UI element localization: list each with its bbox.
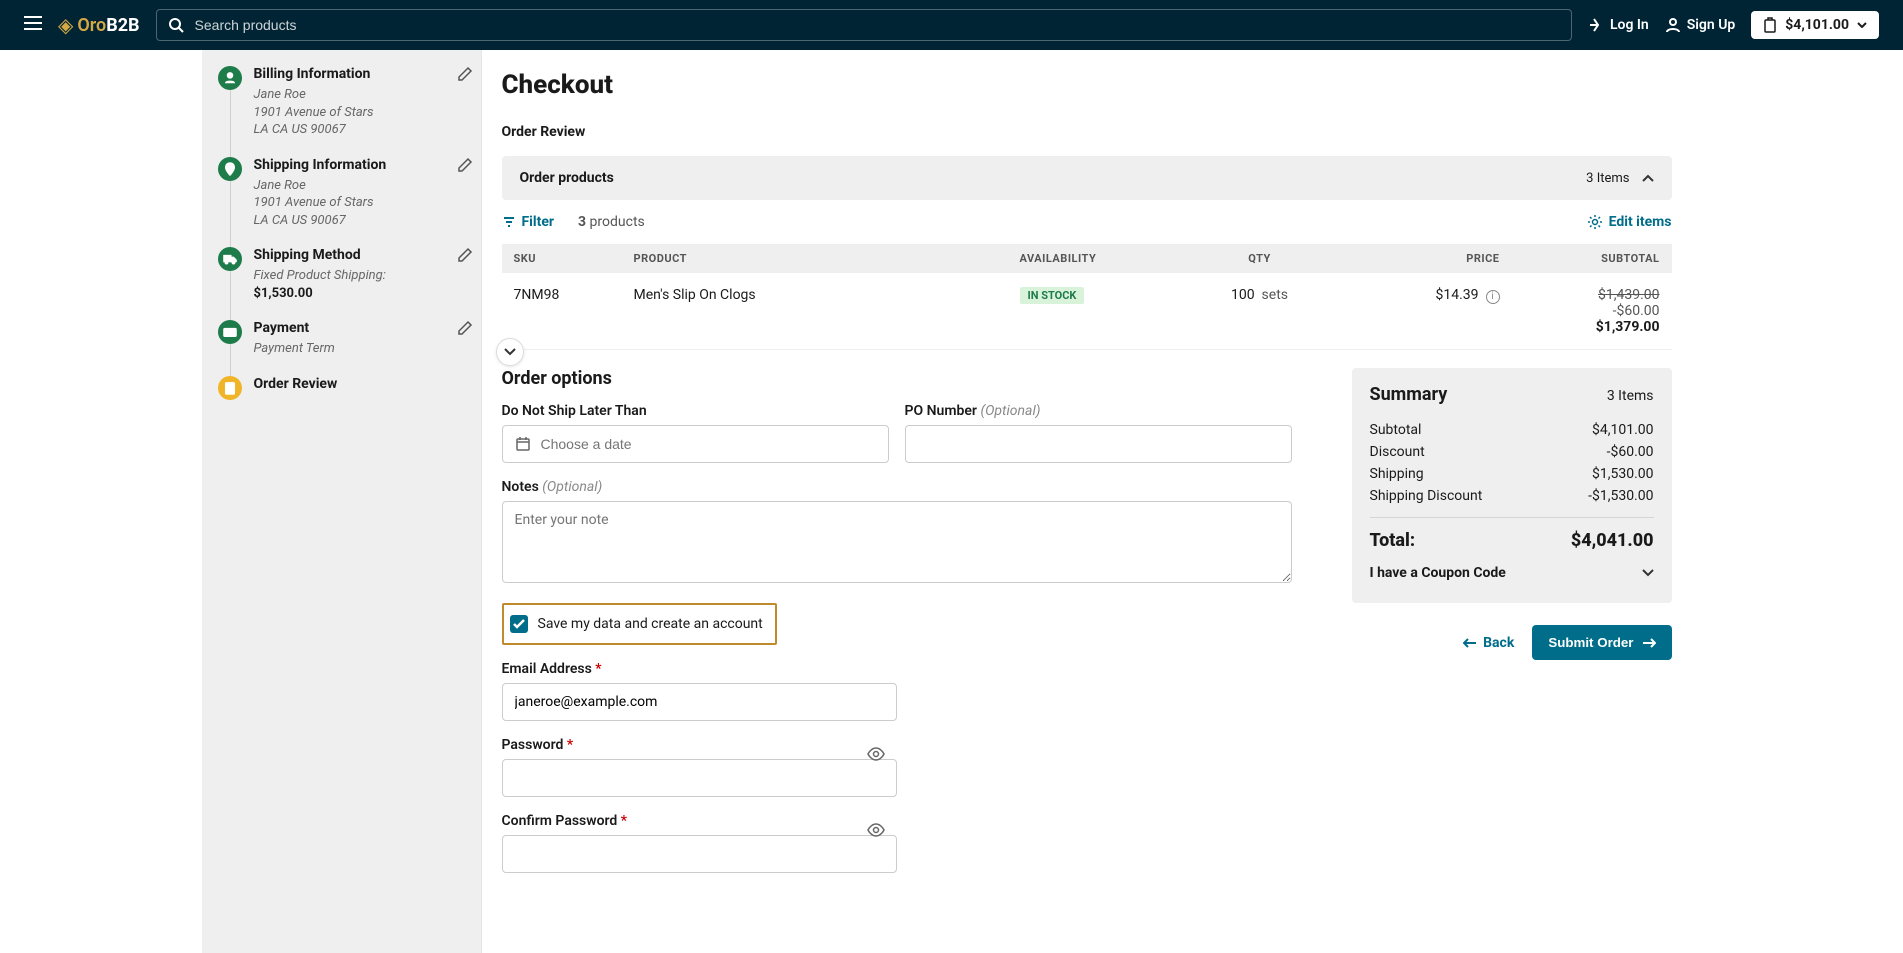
- order-options: Order options Do Not Ship Later Than PO …: [502, 368, 1292, 873]
- summary-row: Discount-$60.00: [1370, 441, 1654, 463]
- save-account-checkbox-row[interactable]: Save my data and create an account: [502, 603, 777, 645]
- arrow-left-icon: [1463, 638, 1477, 648]
- email-input[interactable]: [502, 683, 897, 721]
- ship-date-input[interactable]: [502, 425, 889, 463]
- step-title: Billing Information: [254, 66, 445, 82]
- password-input[interactable]: [502, 759, 897, 797]
- filter-icon: [502, 215, 516, 229]
- login-label: Log In: [1610, 17, 1649, 33]
- order-products-count: 3 Items: [1586, 171, 1629, 186]
- show-confirm-password-icon[interactable]: [867, 823, 885, 841]
- login-link[interactable]: Log In: [1588, 17, 1649, 33]
- payment-step-icon: [218, 320, 242, 344]
- submit-order-button[interactable]: Submit Order: [1532, 625, 1671, 660]
- shipping-step-icon: [218, 157, 242, 181]
- summary-column: Summary 3 Items Subtotal$4,101.00 Discou…: [1352, 368, 1672, 873]
- stock-badge: IN STOCK: [1020, 287, 1085, 304]
- back-button[interactable]: Back: [1463, 635, 1514, 651]
- chevron-down-icon: [1642, 569, 1654, 577]
- search-icon: [168, 17, 184, 37]
- filters-bar: Filter 3 products Edit items: [502, 200, 1672, 244]
- password-label: Password *: [502, 737, 897, 753]
- checkout-steps-sidebar: Billing Information Jane Roe 1901 Avenue…: [202, 50, 482, 953]
- summary-items: 3 Items: [1607, 388, 1654, 404]
- notes-label: Notes (Optional): [502, 479, 1292, 495]
- signup-link[interactable]: Sign Up: [1665, 17, 1736, 33]
- ship-date-label: Do Not Ship Later Than: [502, 403, 889, 419]
- main-content: Checkout Order Review Order products 3 I…: [482, 50, 1702, 953]
- logo-prefix: Oro: [77, 15, 106, 36]
- summary-title: Summary: [1370, 384, 1448, 405]
- notes-input[interactable]: [502, 501, 1292, 583]
- table-row: 7NM98 Men's Slip On Clogs IN STOCK 100 s…: [502, 273, 1672, 350]
- confirm-password-label: Confirm Password *: [502, 813, 897, 829]
- collapse-table-button[interactable]: [496, 338, 524, 366]
- page-title: Checkout: [502, 70, 1672, 100]
- step-shipping: Shipping Information Jane Roe 1901 Avenu…: [218, 157, 473, 230]
- edit-method-icon[interactable]: [457, 247, 473, 267]
- step-title: Shipping Information: [254, 157, 445, 173]
- billing-step-icon: [218, 66, 242, 90]
- search-wrap: [156, 9, 1572, 41]
- page-subtitle: Order Review: [502, 124, 1672, 140]
- edit-shipping-icon[interactable]: [457, 157, 473, 177]
- cell-name: Men's Slip On Clogs: [634, 287, 1020, 303]
- total-value: $4,041.00: [1571, 530, 1654, 551]
- product-count: 3 products: [578, 214, 645, 230]
- step-title: Order Review: [254, 376, 473, 392]
- email-label: Email Address *: [502, 661, 897, 677]
- cell-sku: 7NM98: [514, 287, 634, 303]
- step-title: Shipping Method: [254, 247, 445, 263]
- step-billing: Billing Information Jane Roe 1901 Avenue…: [218, 66, 473, 139]
- logo[interactable]: ◈ OroB2B: [58, 13, 140, 37]
- chevron-up-icon: [1642, 174, 1654, 182]
- search-input[interactable]: [156, 9, 1572, 41]
- products-table: SKU PRODUCT AVAILABILITY QTY PRICE SUBTO…: [502, 244, 1672, 350]
- review-step-icon: [218, 376, 242, 400]
- order-products-title: Order products: [520, 170, 614, 186]
- checkbox-checked-icon: [510, 615, 528, 633]
- summary-row: Shipping$1,530.00: [1370, 463, 1654, 485]
- chevron-down-icon: [504, 348, 516, 356]
- menu-toggle-icon[interactable]: [24, 16, 42, 34]
- info-icon[interactable]: i: [1486, 290, 1500, 304]
- method-step-icon: [218, 247, 242, 271]
- edit-items-button[interactable]: Edit items: [1587, 214, 1672, 230]
- step-review: Order Review: [218, 376, 473, 400]
- table-header: SKU PRODUCT AVAILABILITY QTY PRICE SUBTO…: [502, 244, 1672, 273]
- po-input[interactable]: [905, 425, 1292, 463]
- calendar-icon: [515, 436, 531, 452]
- show-password-icon[interactable]: [867, 747, 885, 765]
- arrow-right-icon: [1642, 638, 1656, 648]
- cart-button[interactable]: $4,101.00: [1751, 11, 1879, 39]
- chevron-down-icon: [1857, 22, 1867, 28]
- summary-panel: Summary 3 Items Subtotal$4,101.00 Discou…: [1352, 368, 1672, 603]
- confirm-password-input[interactable]: [502, 835, 897, 873]
- step-method: Shipping Method Fixed Product Shipping: …: [218, 247, 473, 302]
- logo-icon: ◈: [58, 13, 73, 37]
- logo-suffix: B2B: [106, 15, 139, 36]
- signup-label: Sign Up: [1687, 17, 1736, 33]
- save-account-label: Save my data and create an account: [538, 616, 763, 632]
- step-payment: Payment Payment Term: [218, 320, 473, 358]
- order-products-header[interactable]: Order products 3 Items: [502, 156, 1672, 200]
- summary-row: Shipping Discount-$1,530.00: [1370, 485, 1654, 507]
- edit-billing-icon[interactable]: [457, 66, 473, 86]
- options-title: Order options: [502, 368, 1292, 389]
- po-label: PO Number (Optional): [905, 403, 1292, 419]
- total-label: Total:: [1370, 530, 1416, 551]
- summary-row: Subtotal$4,101.00: [1370, 419, 1654, 441]
- edit-payment-icon[interactable]: [457, 320, 473, 340]
- top-navbar: ◈ OroB2B Log In Sign Up $4,101.00: [0, 0, 1903, 50]
- step-title: Payment: [254, 320, 445, 336]
- coupon-toggle[interactable]: I have a Coupon Code: [1370, 551, 1654, 587]
- filter-button[interactable]: Filter: [502, 214, 555, 230]
- gear-icon: [1587, 214, 1603, 230]
- cart-total: $4,101.00: [1785, 17, 1849, 33]
